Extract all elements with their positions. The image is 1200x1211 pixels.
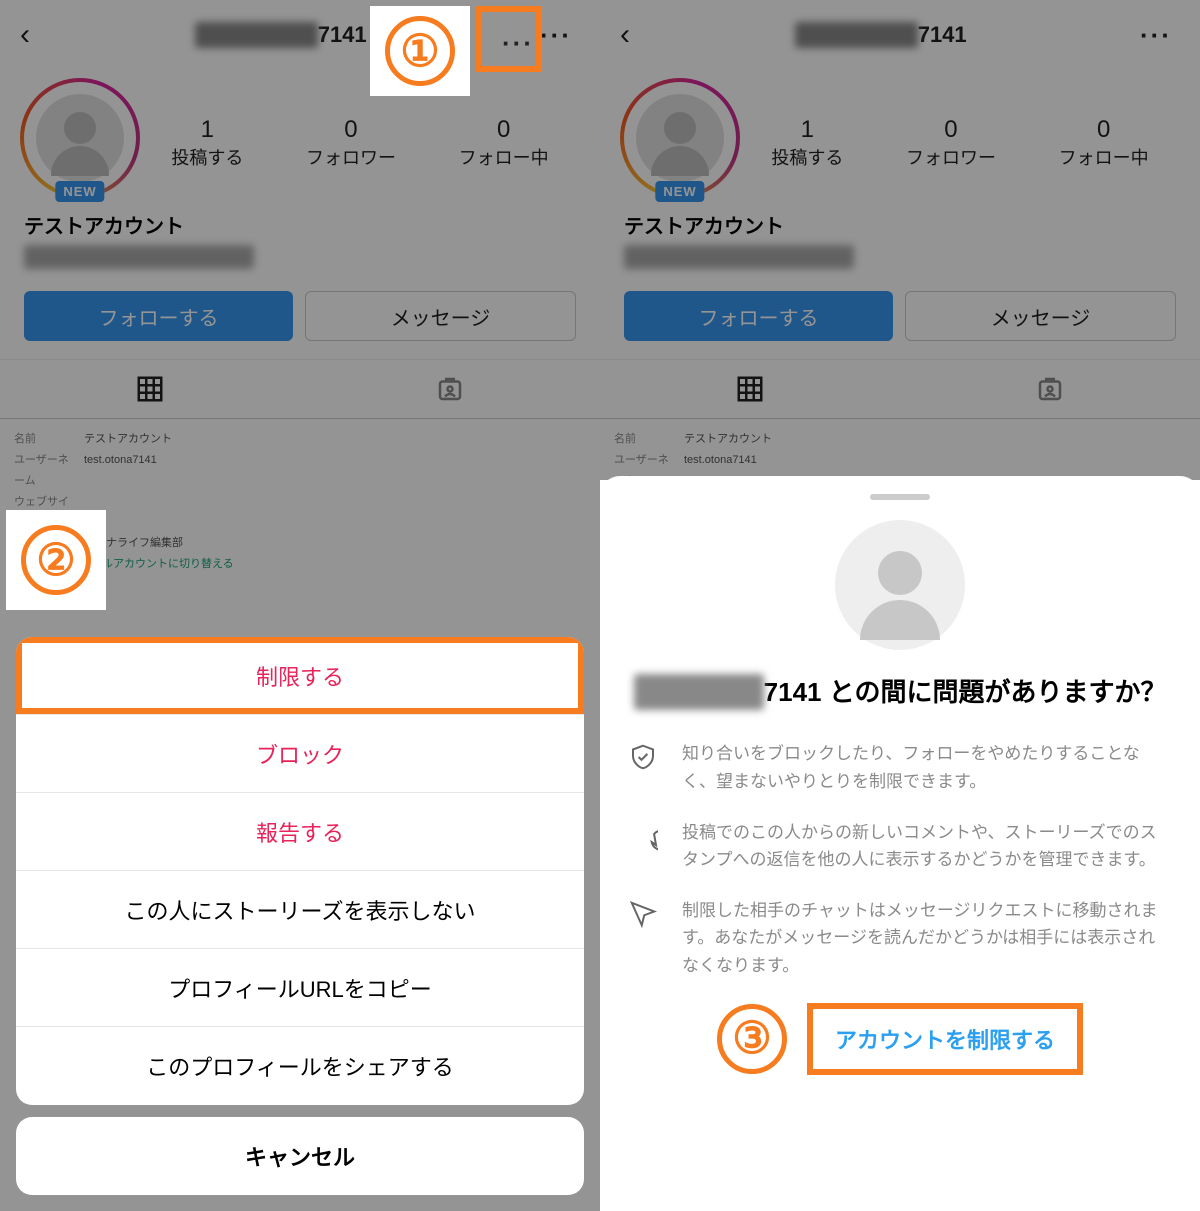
sheet-report[interactable]: 報告する <box>16 793 584 871</box>
overlay-dim <box>600 0 1200 480</box>
left-screenshot: ‹ aaaaaaaaaa7141 ··· NEW 1投稿する 0フォロワー 0フ… <box>0 0 600 1211</box>
marker-2-patch: ② <box>6 510 106 610</box>
sheet-avatar-icon <box>835 520 965 650</box>
info-item-3: 制限した相手のチャットはメッセージリクエストに移動されます。あなたがメッセージを… <box>628 897 1172 979</box>
sheet-grabber[interactable] <box>870 494 930 500</box>
info-item-1: 知り合いをブロックしたり、フォローをやめたりすることなく、望まないやりとりを制限… <box>628 740 1172 794</box>
right-screenshot: ‹ aaaaaaaaaa7141 ··· NEW 1投稿する 0フォロワー 0フ… <box>600 0 1200 1211</box>
restrict-account-button[interactable]: アカウントを制限する <box>807 1003 1083 1075</box>
sheet-block[interactable]: ブロック <box>16 715 584 793</box>
marker-3: ③ <box>717 1004 787 1074</box>
send-icon <box>628 897 662 979</box>
marker-1-patch: ① <box>370 6 470 96</box>
sheet-cancel[interactable]: キャンセル <box>16 1117 584 1195</box>
marker-1: ① <box>385 16 455 86</box>
info-item-2: 投稿でのこの人からの新しいコメントや、ストーリーズでのスタンプへの返信を他の人に… <box>628 819 1172 873</box>
sheet-share-profile[interactable]: このプロフィールをシェアする <box>16 1027 584 1105</box>
shield-check-icon <box>628 740 662 794</box>
comment-icon <box>628 819 662 873</box>
sheet-hide-story[interactable]: この人にストーリーズを表示しない <box>16 871 584 949</box>
more-options-icon-highlighted[interactable]: ··· <box>494 22 542 65</box>
action-sheet: 制限する ブロック 報告する この人にストーリーズを表示しない プロフィールUR… <box>16 637 584 1195</box>
sheet-restrict[interactable]: 制限する <box>16 637 584 715</box>
marker-2: ② <box>21 525 91 595</box>
sheet-title: aaaaaaaaa7141 との間に問題がありますか？ <box>628 674 1172 710</box>
sheet-copy-url[interactable]: プロフィールURLをコピー <box>16 949 584 1027</box>
restrict-bottom-sheet: aaaaaaaaa7141 との間に問題がありますか？ 知り合いをブロックしたり… <box>600 476 1200 1211</box>
